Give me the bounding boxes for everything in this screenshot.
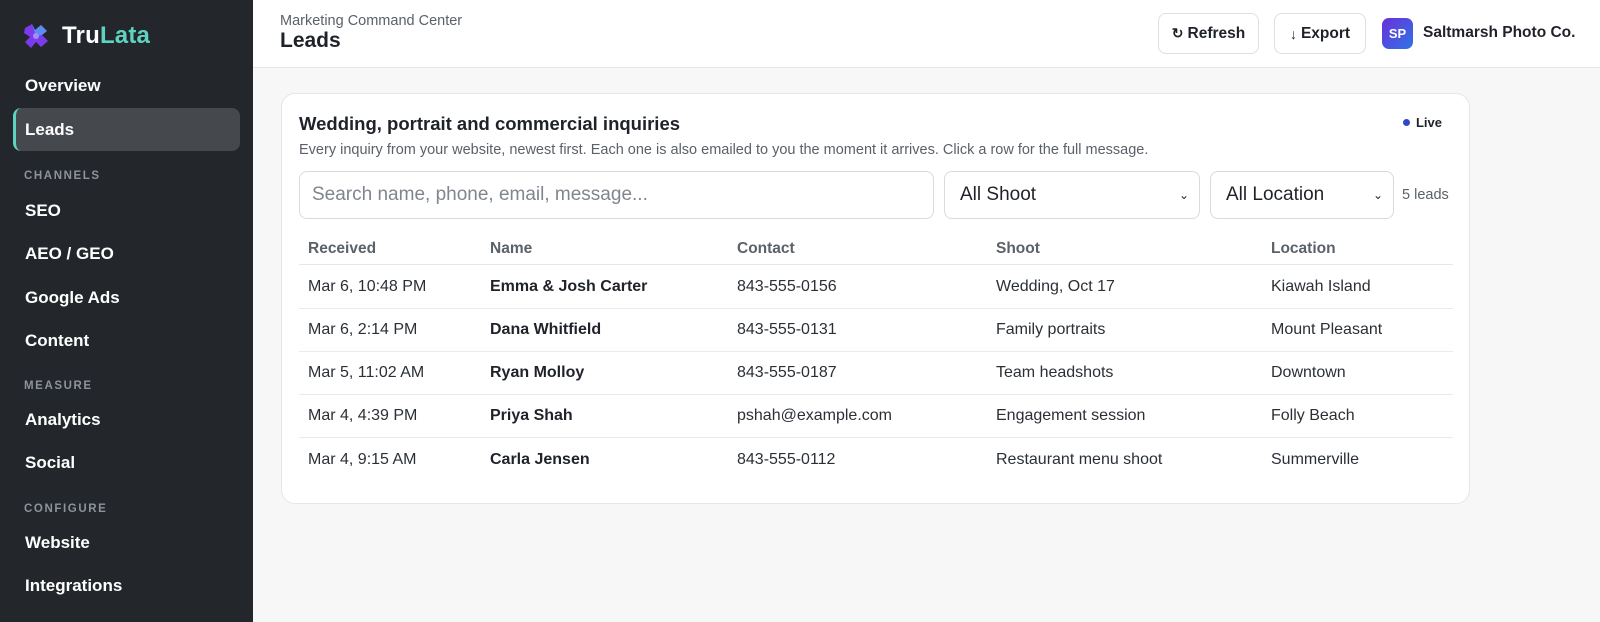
cell-contact: pshah@example.com (737, 407, 892, 424)
puzzle-logo-icon (24, 24, 48, 48)
sidebar-item-overview[interactable]: Overview (13, 64, 240, 107)
top-header: Marketing Command Center Leads ↻ Refresh… (253, 0, 1600, 68)
sidebar: TruLata Overview Leads CHANNELS SEO AEO … (0, 0, 253, 622)
chevron-down-icon: ⌄ (1372, 188, 1383, 202)
brand-name: TruLata (62, 22, 151, 49)
arrow-down-icon: ↓ (1289, 25, 1297, 42)
cell-shoot: Restaurant menu shoot (996, 450, 1163, 468)
column-header-location[interactable]: Location (1271, 232, 1336, 265)
cell-name: Ryan Molloy (490, 364, 585, 381)
avatar[interactable]: SP (1382, 18, 1413, 49)
cell-received: Mar 6, 10:48 PM (308, 278, 427, 295)
column-header-name[interactable]: Name (490, 232, 532, 265)
shoot-filter-value: All Shoot (960, 184, 1037, 205)
sidebar-item-aeo-geo[interactable]: AEO / GEO (13, 232, 240, 275)
cell-shoot: Wedding, Oct 17 (996, 278, 1115, 295)
sidebar-item-google-ads[interactable]: Google Ads (13, 276, 240, 319)
cell-shoot: Engagement session (996, 407, 1146, 424)
section-label-measure: MEASURE (24, 380, 93, 392)
cell-location: Kiawah Island (1271, 278, 1371, 295)
cell-received: Mar 4, 9:15 AM (308, 450, 417, 468)
location-filter-value: All Location (1226, 184, 1325, 205)
cell-location: Downtown (1271, 364, 1346, 381)
search-input[interactable] (299, 171, 934, 219)
cell-name: Priya Shah (490, 407, 573, 424)
chevron-down-icon: ⌄ (1178, 188, 1189, 202)
refresh-button[interactable]: ↻ Refresh (1158, 13, 1259, 54)
sidebar-item-integrations[interactable]: Integrations (13, 564, 240, 607)
table-row[interactable]: Mar 6, 10:48 PM Emma & Josh Carter 843-5… (299, 266, 1453, 309)
cell-location: Summerville (1271, 450, 1360, 468)
shoot-filter-select[interactable]: All Shoot ⌄ (944, 171, 1200, 219)
section-label-channels: CHANNELS (24, 170, 101, 182)
export-button[interactable]: ↓ Export (1274, 13, 1366, 54)
lead-count: 5 leads (1402, 187, 1449, 203)
export-label: Export (1300, 24, 1351, 42)
sidebar-item-seo[interactable]: SEO (13, 189, 240, 232)
cell-contact: 843-555-0112 (737, 450, 836, 468)
location-filter-select[interactable]: All Location ⌄ (1210, 171, 1394, 219)
cell-location: Mount Pleasant (1271, 321, 1383, 338)
cell-contact: 843-555-0187 (737, 364, 837, 381)
brand[interactable]: TruLata (22, 20, 150, 52)
table-header: Received Name Contact Shoot Location (299, 232, 1453, 265)
page-title: Leads (280, 29, 341, 52)
cell-location: Folly Beach (1271, 407, 1355, 424)
table-row[interactable]: Mar 5, 11:02 AM Ryan Molloy 843-555-0187… (299, 352, 1453, 395)
live-dot-icon (1402, 119, 1410, 126)
cell-name: Carla Jensen (490, 450, 590, 468)
column-header-shoot[interactable]: Shoot (996, 232, 1040, 265)
org-name[interactable]: Saltmarsh Photo Co. (1423, 24, 1575, 42)
card-title: Wedding, portrait and commercial inquiri… (299, 113, 681, 134)
leads-card: Wedding, portrait and commercial inquiri… (281, 93, 1470, 504)
sidebar-item-website[interactable]: Website (13, 521, 240, 564)
cell-name: Dana Whitfield (490, 321, 602, 338)
cell-contact: 843-555-0156 (737, 278, 837, 295)
refresh-icon: ↻ (1171, 25, 1184, 41)
breadcrumb: Marketing Command Center (280, 13, 463, 29)
cell-received: Mar 5, 11:02 AM (308, 364, 425, 381)
sidebar-item-analytics[interactable]: Analytics (13, 398, 240, 441)
cell-received: Mar 6, 2:14 PM (308, 321, 418, 338)
column-header-contact[interactable]: Contact (737, 232, 795, 265)
refresh-label: Refresh (1187, 24, 1246, 42)
table-row[interactable]: Mar 6, 2:14 PM Dana Whitfield 843-555-01… (299, 309, 1453, 352)
sidebar-item-social[interactable]: Social (13, 441, 240, 484)
cell-shoot: Family portraits (996, 321, 1106, 338)
live-label: Live (1415, 115, 1442, 130)
cell-name: Emma & Josh Carter (490, 278, 648, 295)
card-description: Every inquiry from your website, newest … (299, 142, 1149, 158)
sidebar-item-leads[interactable]: Leads (13, 108, 240, 151)
table-row[interactable]: Mar 4, 9:15 AM Carla Jensen 843-555-0112… (299, 438, 1453, 481)
sidebar-item-content[interactable]: Content (13, 319, 240, 362)
table-row[interactable]: Mar 4, 4:39 PM Priya Shah pshah@example.… (299, 395, 1453, 438)
cell-shoot: Team headshots (996, 364, 1114, 381)
cell-contact: 843-555-0131 (737, 321, 837, 338)
live-badge: Live (1402, 115, 1442, 130)
cell-received: Mar 4, 4:39 PM (308, 407, 418, 424)
column-header-received[interactable]: Received (308, 232, 376, 265)
section-label-configure: CONFIGURE (24, 503, 108, 515)
